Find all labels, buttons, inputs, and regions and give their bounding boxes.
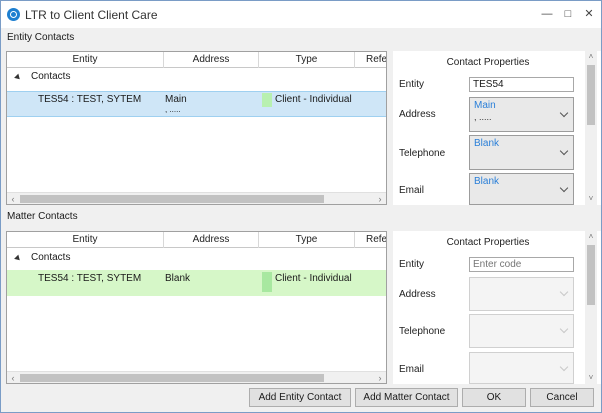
email-label: Email [399,364,425,375]
cancel-button[interactable]: Cancel [530,388,594,407]
vertical-scrollbar[interactable]: ˄ ˅ [585,231,597,384]
scroll-thumb[interactable] [20,195,324,203]
scroll-up-icon[interactable]: ˄ [585,231,597,243]
chevron-down-icon [559,183,569,193]
entity-contacts-label: Entity Contacts [7,32,75,43]
address-dropdown[interactable]: Main , ..... [469,97,574,132]
horizontal-scrollbar[interactable]: ‹ › [7,371,386,383]
app-logo-icon [7,8,20,21]
scroll-right-icon[interactable]: › [374,193,386,204]
chevron-down-icon [559,287,569,297]
email-dropdown[interactable]: Blank [469,173,574,205]
email-value: Blank [474,176,500,187]
cell-address: Blank [165,273,191,284]
scroll-thumb[interactable] [20,374,324,382]
maximize-icon[interactable]: □ [560,6,576,22]
chevron-down-icon [559,362,569,372]
chevron-down-icon [559,324,569,334]
column-header-entity[interactable]: Entity [7,52,164,68]
address-label: Address [399,289,436,300]
address-line2: , ..... [474,112,492,122]
column-header-reference[interactable]: Refe [355,52,386,68]
scroll-right-icon[interactable]: › [374,372,386,383]
entity-contact-properties-panel: Contact Properties Entity TES54 Address … [393,51,601,205]
cell-entity: TES54 : TEST, SYTEM [38,94,142,105]
matter-contacts-label: Matter Contacts [7,211,78,222]
email-dropdown[interactable] [469,352,574,384]
scroll-up-icon[interactable]: ˄ [585,51,597,63]
group-label: Contacts [31,252,71,263]
dialog-window: LTR to Client Client Care — □ ✕ Entity C… [0,0,602,413]
horizontal-scrollbar[interactable]: ‹ › [7,192,386,204]
column-header-type[interactable]: Type [259,232,355,248]
scroll-thumb[interactable] [587,245,595,305]
scroll-left-icon[interactable]: ‹ [7,193,19,204]
chevron-down-icon [559,108,569,118]
telephone-label: Telephone [399,148,446,159]
email-label: Email [399,185,425,196]
collapse-triangle-icon[interactable] [14,254,22,263]
title-bar[interactable]: LTR to Client Client Care — □ ✕ [1,1,601,28]
type-marker [262,272,272,292]
scroll-thumb[interactable] [587,65,595,125]
column-header-entity[interactable]: Entity [7,232,164,248]
column-header-address[interactable]: Address [164,232,259,248]
chevron-down-icon [559,146,569,156]
scroll-down-icon[interactable]: ˅ [585,372,597,384]
grid-header: Entity Address Type Refe [7,232,386,248]
window-title: LTR to Client Client Care [25,8,158,22]
collapse-triangle-icon[interactable] [14,73,22,82]
column-header-type[interactable]: Type [259,52,355,68]
minimize-icon[interactable]: — [539,6,555,22]
matter-contacts-grid[interactable]: Entity Address Type Refe Contacts TES54 … [6,231,387,384]
entity-contacts-grid[interactable]: Entity Address Type Refe Contacts TES54 … [6,51,387,205]
entity-label: Entity [399,259,425,270]
matter-contact-properties-panel: Contact Properties Entity Address Teleph… [393,231,601,384]
group-row-contacts[interactable]: Contacts [7,70,386,86]
address-value: Main [474,100,496,111]
ok-button[interactable]: OK [462,388,526,407]
add-entity-contact-button[interactable]: Add Entity Contact [249,388,351,407]
address-label: Address [399,109,436,120]
type-marker [262,93,272,107]
add-matter-contact-button[interactable]: Add Matter Contact [355,388,458,407]
table-row[interactable]: TES54 : TEST, SYTEM Blank Client - Indiv… [7,270,386,296]
telephone-dropdown[interactable]: Blank [469,135,574,170]
column-header-reference[interactable]: Refe [355,232,386,248]
scroll-down-icon[interactable]: ˅ [585,193,597,205]
entity-code-input[interactable] [469,257,574,272]
group-label: Contacts [31,71,71,82]
scroll-left-icon[interactable]: ‹ [7,372,19,383]
group-row-contacts[interactable]: Contacts [7,251,386,267]
telephone-dropdown[interactable] [469,314,574,348]
properties-title: Contact Properties [446,237,530,248]
telephone-label: Telephone [399,326,446,337]
entity-label: Entity [399,79,425,90]
table-row-selected[interactable]: TES54 : TEST, SYTEM Main , ..... Client … [7,91,386,117]
grid-header: Entity Address Type Refe [7,52,386,68]
close-icon[interactable]: ✕ [581,6,597,22]
properties-title: Contact Properties [446,57,530,68]
entity-code-field[interactable]: TES54 [469,77,574,92]
cell-address-line2: , ..... [165,105,181,114]
cell-address: Main [165,94,187,105]
address-dropdown[interactable] [469,277,574,311]
cell-type: Client - Individual [275,94,352,105]
telephone-value: Blank [474,138,500,149]
column-header-address[interactable]: Address [164,52,259,68]
vertical-scrollbar[interactable]: ˄ ˅ [585,51,597,205]
cell-entity: TES54 : TEST, SYTEM [38,273,142,284]
cell-type: Client - Individual [275,273,352,284]
